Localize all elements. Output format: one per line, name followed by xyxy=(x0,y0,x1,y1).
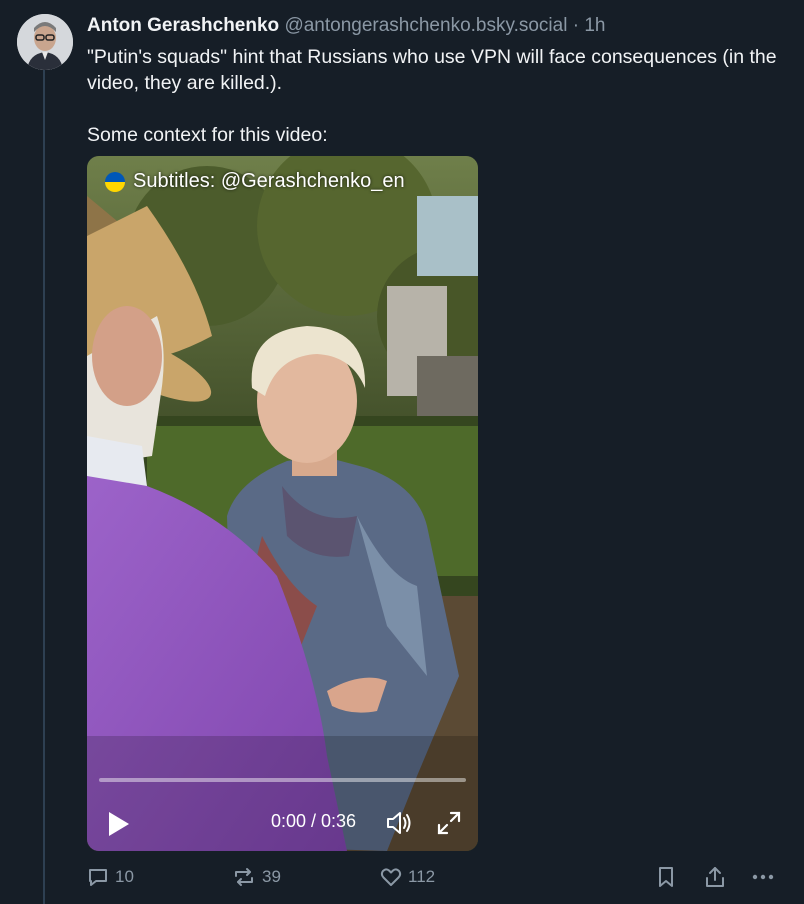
more-button[interactable] xyxy=(752,866,774,888)
share-icon xyxy=(706,867,724,887)
video-progress-bar[interactable] xyxy=(99,778,466,782)
author-handle[interactable]: @antongerashchenko.bsky.social xyxy=(284,15,567,36)
author-name[interactable]: Anton Gerashchenko xyxy=(87,15,279,36)
like-button[interactable]: 112 xyxy=(380,866,435,888)
reply-count: 10 xyxy=(115,867,134,886)
repost-count: 39 xyxy=(262,867,281,886)
video-frame xyxy=(87,156,478,851)
reply-icon xyxy=(89,869,107,886)
video-time: 0:00 / 0:36 xyxy=(271,811,357,831)
like-count: 112 xyxy=(408,867,436,886)
post-actions: 10 39 112 xyxy=(0,866,804,892)
avatar[interactable] xyxy=(17,14,73,70)
volume-icon[interactable] xyxy=(385,808,415,838)
repost-icon xyxy=(235,868,253,886)
reply-button[interactable]: 10 xyxy=(87,866,134,888)
bookmark-icon xyxy=(659,867,673,887)
post-text: "Putin's squads" hint that Russians who … xyxy=(87,44,792,148)
subtitle-watermark: Subtitles: @Gerashchenko_en xyxy=(105,170,405,193)
subtitle-text: Subtitles: @Gerashchenko_en xyxy=(133,170,405,192)
repost-button[interactable]: 39 xyxy=(232,866,281,888)
play-icon[interactable] xyxy=(107,811,131,837)
share-button[interactable] xyxy=(704,866,726,888)
ukraine-flag-icon xyxy=(105,171,125,192)
post-header: Anton Gerashchenko @antongerashchenko.bs… xyxy=(87,14,605,38)
bookmark-button[interactable] xyxy=(656,866,676,888)
fullscreen-icon[interactable] xyxy=(436,810,462,836)
thread-line xyxy=(43,70,45,904)
more-icon xyxy=(752,874,774,880)
post-text-line: Some context for this video: xyxy=(87,124,328,146)
post-text-line: "Putin's squads" hint that Russians who … xyxy=(87,46,777,94)
post-time[interactable]: 1h xyxy=(584,15,605,36)
separator-dot: · xyxy=(572,15,580,36)
video-player[interactable]: Subtitles: @Gerashchenko_en 0:00 / 0:36 xyxy=(87,156,478,851)
like-icon xyxy=(380,868,402,886)
